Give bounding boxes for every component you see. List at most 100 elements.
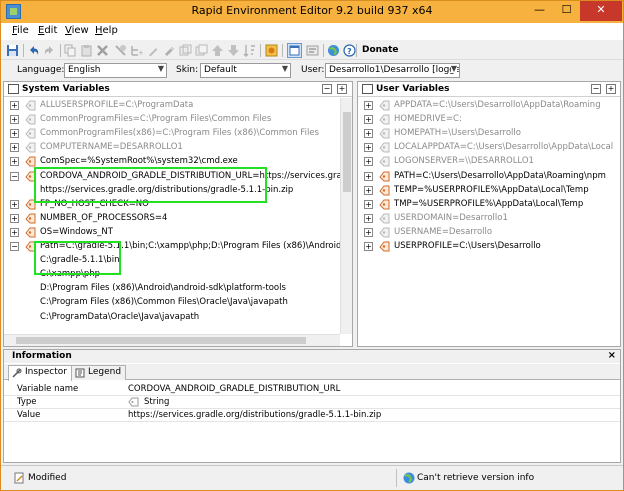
collapse-all-button[interactable]: − bbox=[322, 84, 332, 94]
web-icon[interactable] bbox=[327, 44, 340, 57]
list-item-variable[interactable]: + NUMBER_OF_PROCESSORS=4 bbox=[4, 211, 352, 225]
expand-icon[interactable]: + bbox=[10, 157, 19, 167]
list-item-variable[interactable]: + TEMP=%USERPROFILE%\AppData\Local\Temp bbox=[358, 183, 620, 197]
close-button[interactable]: ✕ bbox=[580, 1, 622, 21]
variable-icon bbox=[379, 100, 390, 111]
list-item-variable[interactable]: + HOMEPATH=\Users\Desarrollo bbox=[358, 126, 620, 140]
close-panel-button[interactable]: × bbox=[608, 350, 616, 361]
expand-icon[interactable]: + bbox=[364, 199, 373, 209]
expand-all-button[interactable]: + bbox=[337, 84, 347, 94]
status-bar: Modified Can't retrieve version info bbox=[1, 465, 623, 490]
undo-icon[interactable] bbox=[27, 44, 40, 57]
list-item-text: CommonProgramFiles(x86)=C:\Program Files… bbox=[40, 128, 319, 139]
list-item-variable[interactable]: + CommonProgramFiles(x86)=C:\Program File… bbox=[4, 126, 352, 140]
property-value[interactable]: CORDOVA_ANDROID_GRADLE_DISTRIBUTION_URL bbox=[128, 384, 340, 394]
menu-edit[interactable]: Edit bbox=[38, 25, 57, 36]
save-icon[interactable] bbox=[6, 44, 19, 57]
list-item-text: TMP=%USERPROFILE%\AppData\Local\Temp bbox=[394, 198, 584, 209]
user-variables-panel: User Variables − + + APPDATA=C:\Users\Des… bbox=[357, 81, 621, 347]
maximize-button[interactable]: ☐ bbox=[553, 1, 580, 21]
expand-icon[interactable]: + bbox=[10, 129, 19, 139]
list-item-variable[interactable]: + OS=Windows_NT bbox=[4, 225, 352, 239]
list-item-text: USERDOMAIN=Desarrollo1 bbox=[394, 212, 508, 223]
collapse-icon[interactable]: − bbox=[10, 242, 19, 251]
collapse-icon[interactable]: − bbox=[10, 171, 19, 181]
expand-icon[interactable]: + bbox=[364, 115, 373, 125]
split-view-icon[interactable] bbox=[287, 43, 302, 58]
expand-icon[interactable]: + bbox=[364, 157, 373, 167]
sort-icon[interactable] bbox=[243, 44, 256, 57]
expand-icon[interactable]: + bbox=[364, 242, 373, 251]
menu-file[interactable]: File bbox=[12, 25, 29, 36]
list-item-variable[interactable]: + TMP=%USERPROFILE%\AppData\Local\Temp bbox=[358, 197, 620, 211]
list-item-variable[interactable]: + LOGONSERVER=\\DESARROLLO1 bbox=[358, 154, 620, 168]
delete-icon[interactable] bbox=[96, 44, 109, 57]
menu-help[interactable]: Help bbox=[95, 25, 118, 36]
expand-icon[interactable]: + bbox=[10, 143, 19, 153]
expand-icon[interactable]: + bbox=[364, 185, 373, 195]
list-item-value[interactable]: C:\ProgramData\Oracle\Java\javapath bbox=[4, 310, 352, 324]
paste-icon[interactable] bbox=[80, 44, 93, 57]
expand-icon[interactable]: + bbox=[364, 143, 373, 153]
skin-select[interactable]: Default ▼ bbox=[200, 63, 291, 78]
tab-legend[interactable]: Legend bbox=[71, 365, 127, 380]
tab-inspector[interactable]: Inspector bbox=[8, 365, 72, 381]
system-scrollbar-vertical[interactable] bbox=[340, 98, 352, 334]
title-bar[interactable]: Rapid Environment Editor 9.2 build 937 x… bbox=[1, 1, 623, 23]
expand-icon[interactable]: + bbox=[10, 227, 19, 237]
expand-icon[interactable]: + bbox=[10, 115, 19, 125]
language-label: Language: bbox=[17, 65, 65, 75]
list-item-variable[interactable]: + USERNAME=Desarrollo bbox=[358, 225, 620, 239]
language-select[interactable]: English ▼ bbox=[64, 63, 167, 78]
expand-all-button[interactable]: + bbox=[606, 84, 616, 94]
copy-variable-icon[interactable] bbox=[179, 44, 192, 57]
collapse-all-button[interactable]: − bbox=[591, 84, 601, 94]
move-up-icon[interactable] bbox=[211, 44, 224, 57]
user-select[interactable]: Desarrollo1\Desarrollo [logged in ▼ bbox=[325, 63, 460, 78]
system-scrollbar-horizontal[interactable] bbox=[4, 334, 340, 346]
list-item-text: USERPROFILE=C:\Users\Desarrollo bbox=[394, 241, 541, 251]
options-icon[interactable] bbox=[306, 44, 319, 57]
expand-icon[interactable]: + bbox=[364, 101, 373, 110]
menu-view[interactable]: View bbox=[65, 25, 89, 36]
add-variable-icon[interactable] bbox=[114, 44, 127, 57]
copy-icon[interactable] bbox=[64, 44, 77, 57]
minimize-button[interactable]: — bbox=[526, 1, 553, 21]
property-value[interactable]: String bbox=[144, 397, 169, 407]
panel-title: User Variables bbox=[376, 84, 450, 94]
list-item-variable[interactable]: + USERPROFILE=C:\Users\Desarrollo bbox=[358, 239, 620, 253]
scrollbar-thumb[interactable] bbox=[343, 112, 351, 192]
expand-icon[interactable]: + bbox=[364, 227, 373, 237]
expand-icon[interactable]: + bbox=[10, 101, 19, 110]
scrollbar-thumb[interactable] bbox=[16, 337, 306, 344]
property-row: Variable name CORDOVA_ANDROID_GRADLE_DIS… bbox=[4, 383, 620, 395]
property-value[interactable]: https://services.gradle.org/distribution… bbox=[128, 410, 381, 420]
help-icon[interactable]: ? bbox=[343, 44, 356, 57]
expand-icon[interactable]: + bbox=[10, 199, 19, 209]
expand-icon[interactable]: + bbox=[364, 171, 373, 181]
expand-icon[interactable]: + bbox=[364, 213, 373, 223]
expand-icon[interactable]: + bbox=[10, 213, 19, 223]
edit-icon[interactable] bbox=[147, 44, 160, 57]
settings-icon[interactable] bbox=[265, 44, 278, 57]
add-value-icon[interactable]: + bbox=[130, 44, 143, 57]
donate-button[interactable]: Donate bbox=[358, 43, 403, 58]
list-item-variable[interactable]: + LOCALAPPDATA=C:\Users\Desarrollo\AppDat… bbox=[358, 140, 620, 154]
list-item-variable[interactable]: + PATH=C:\Users\Desarrollo\AppData\Roamin… bbox=[358, 169, 620, 183]
list-item-variable[interactable]: + HOMEDRIVE=C: bbox=[358, 112, 620, 126]
list-item-variable[interactable]: + COMPUTERNAME=DESARROLLO1 bbox=[4, 140, 352, 154]
rename-icon[interactable] bbox=[163, 44, 176, 57]
duplicate-icon[interactable] bbox=[195, 44, 208, 57]
variable-icon bbox=[379, 185, 390, 196]
legend-icon bbox=[75, 368, 85, 378]
list-item-variable[interactable]: + APPDATA=C:\Users\Desarrollo\AppData\Roa… bbox=[358, 98, 620, 112]
redo-icon[interactable] bbox=[43, 44, 56, 57]
move-down-icon[interactable] bbox=[227, 44, 240, 57]
list-item-variable[interactable]: + USERDOMAIN=Desarrollo1 bbox=[358, 211, 620, 225]
list-item-variable[interactable]: + CommonProgramFiles=C:\Program Files\Com… bbox=[4, 112, 352, 126]
expand-icon[interactable]: + bbox=[364, 129, 373, 139]
list-item-value[interactable]: D:\Program Files (x86)\Android\android-s… bbox=[4, 281, 352, 295]
list-item-value[interactable]: C:\Program Files (x86)\Common Files\Orac… bbox=[4, 295, 352, 309]
list-item-text: TEMP=%USERPROFILE%\AppData\Local\Temp bbox=[394, 184, 589, 195]
list-item-variable[interactable]: + ALLUSERSPROFILE=C:\ProgramData bbox=[4, 98, 352, 112]
